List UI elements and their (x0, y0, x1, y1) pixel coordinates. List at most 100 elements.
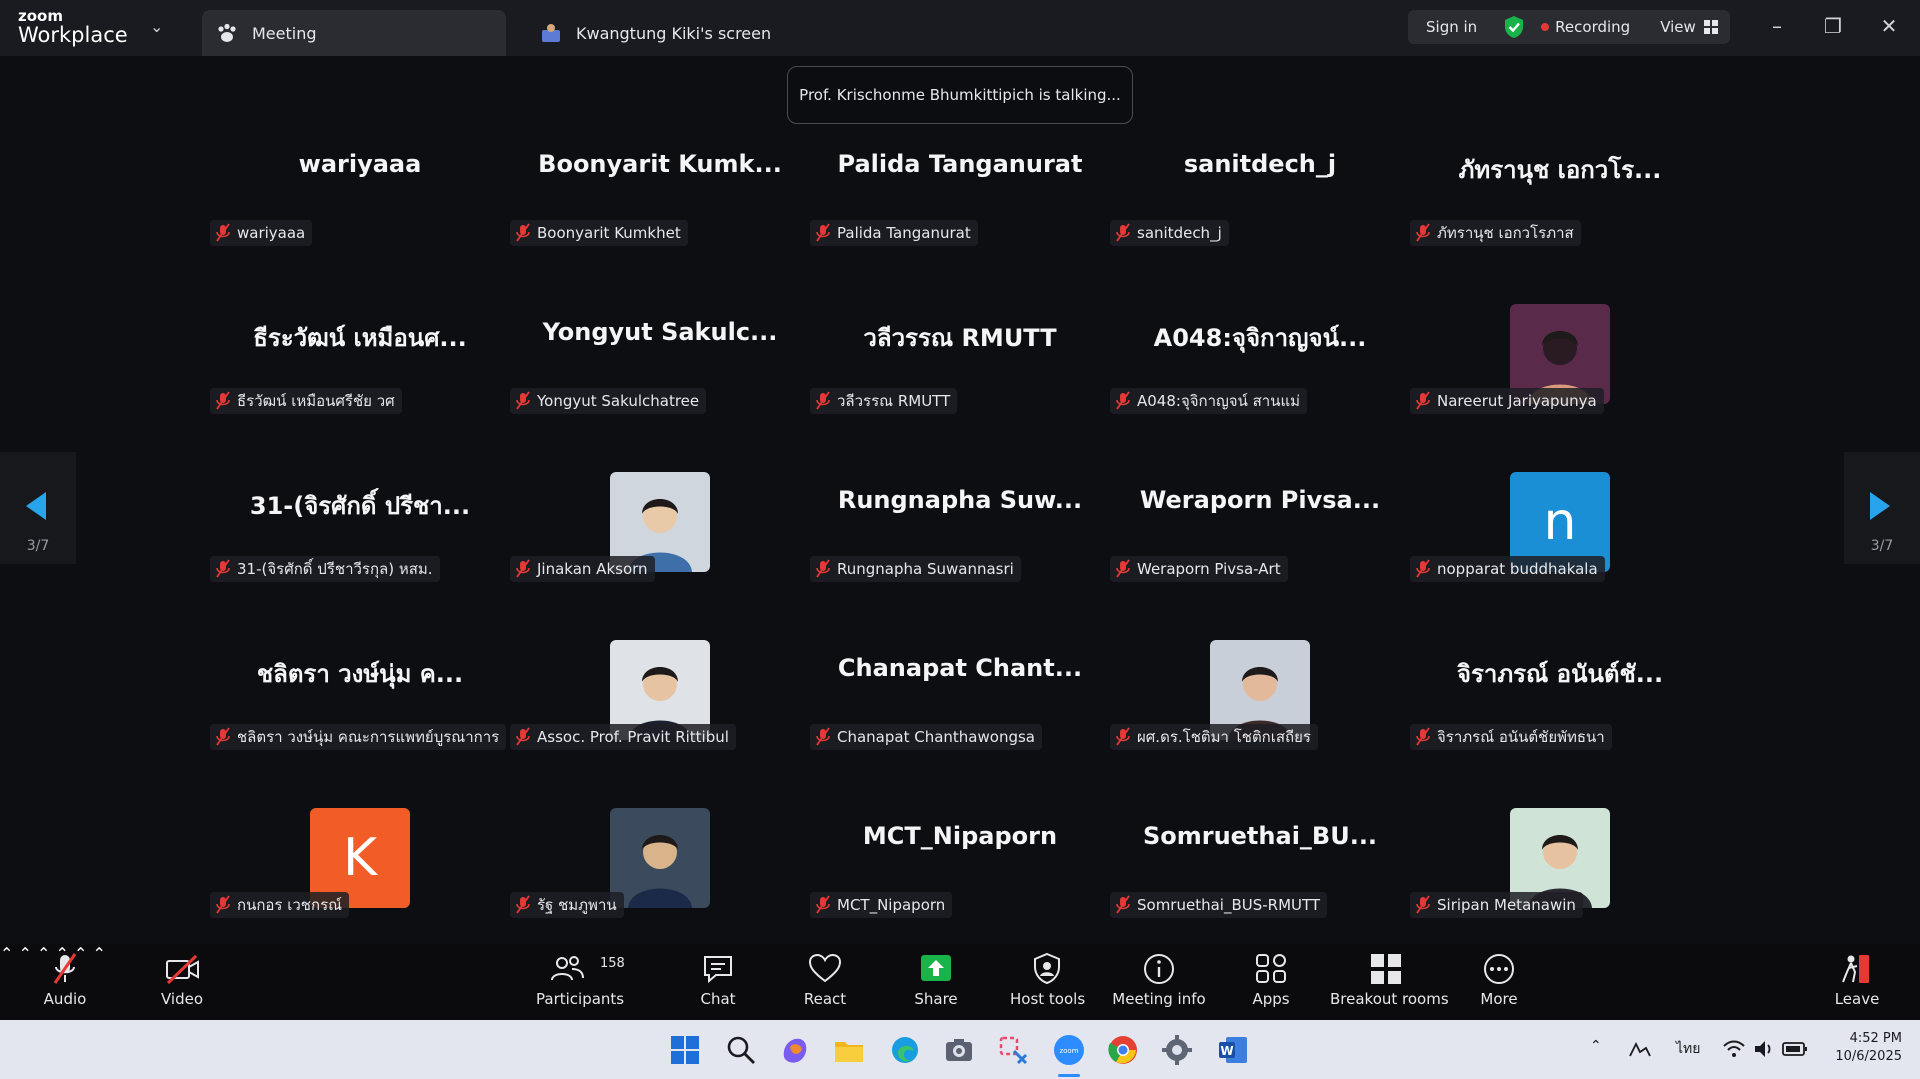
tab-shared-screen[interactable]: Kwangtung Kiki's screen (520, 10, 820, 56)
react-label: React (803, 990, 847, 1008)
participant-name-label: Weraporn Pivsa-Art (1110, 556, 1288, 582)
participant-tile[interactable]: ชลิตรา วงษ์นุ่ม ค... ชลิตรา วงษ์นุ่ม คณะก… (210, 634, 510, 802)
mic-muted-icon (816, 559, 830, 578)
chat-button[interactable]: Chat (694, 952, 742, 1014)
participant-tile[interactable]: sanitdech_j sanitdech_j (1110, 130, 1410, 298)
encryption-shield-icon[interactable] (1503, 15, 1525, 39)
apps-button[interactable]: Apps (1246, 952, 1296, 1014)
participant-tile[interactable]: Nareerut Jariyapunya (1410, 298, 1710, 466)
top-right-controls: Sign in Recording View (1408, 10, 1730, 44)
camera-app-icon[interactable] (942, 1033, 976, 1067)
participant-name-text: จิราภรณ์ อนันต์ชัยพัทธนา (1437, 728, 1605, 746)
video-options-caret-icon[interactable]: ⌃ (19, 944, 32, 963)
participant-tile[interactable]: Boonyarit Kumk... Boonyarit Kumkhet (510, 130, 810, 298)
mic-muted-icon (1116, 391, 1130, 410)
zoom-taskbar-icon[interactable]: zoom (1052, 1033, 1086, 1067)
settings-gear-icon[interactable] (1160, 1033, 1194, 1067)
share-label: Share (914, 990, 958, 1008)
audio-options-caret-icon[interactable]: ⌃ (0, 944, 13, 963)
file-explorer-icon[interactable] (832, 1033, 866, 1067)
participant-tile[interactable]: A048:จุจิกาญจน์... A048:จุจิกาญจน์ สานแม่ (1110, 298, 1410, 466)
participants-button[interactable]: 158 Participants (536, 952, 625, 1014)
system-clock[interactable]: 4:52 PM 10/6/2025 (1822, 1030, 1902, 1066)
word-app-icon[interactable]: W (1216, 1033, 1250, 1067)
participant-tile[interactable]: ธีระวัฒน์ เหมือนศ... ธีรวัฒน์ เหมือนศรีชั… (210, 298, 510, 466)
view-button[interactable]: View (1660, 18, 1696, 36)
participant-tile[interactable]: n nopparat buddhakala (1410, 466, 1710, 634)
participant-tile[interactable]: wariyaaa wariyaaa (210, 130, 510, 298)
chrome-browser-icon[interactable] (1106, 1033, 1140, 1067)
mic-muted-icon (1116, 895, 1130, 914)
participant-name-text: 31-(จิรศักดิ์ ปรีชาวีรกุล) หสม. (237, 560, 433, 578)
host-tools-button[interactable]: Host tools (1010, 952, 1085, 1014)
mic-muted-icon (216, 559, 230, 578)
edge-browser-icon[interactable] (888, 1033, 922, 1067)
input-language-indicator[interactable]: ไทย (1676, 1038, 1700, 1060)
sign-in-button[interactable]: Sign in (1426, 18, 1477, 36)
tab-screen-label: Kwangtung Kiki's screen (576, 23, 772, 43)
participant-tile[interactable]: วลีวรรณ RMUTT วลีวรรณ RMUTT (810, 298, 1110, 466)
windows-start-icon[interactable] (668, 1033, 702, 1067)
battery-icon[interactable] (1782, 1040, 1808, 1058)
breakout-rooms-button[interactable]: Breakout rooms (1330, 952, 1449, 1014)
participant-tile[interactable]: Rungnapha Suw... Rungnapha Suwannasri (810, 466, 1110, 634)
minimize-icon[interactable]: – (1762, 14, 1792, 42)
search-icon[interactable] (724, 1033, 758, 1067)
show-hidden-icons-chevron-icon[interactable]: ⌃ (1590, 1038, 1602, 1054)
react-button[interactable]: React (800, 952, 850, 1014)
participant-tile[interactable]: 31-(จิรศักดิ์ ปรีชา... 31-(จิรศักดิ์ ปรีช… (210, 466, 510, 634)
grid-view-icon (1703, 20, 1718, 34)
participant-name-label: ภัทรานุช เอกวโรภาส (1410, 220, 1581, 246)
volume-icon[interactable] (1752, 1038, 1774, 1060)
recording-indicator[interactable]: Recording (1555, 18, 1630, 36)
share-button[interactable]: Share (910, 952, 962, 1014)
participant-tile[interactable]: Palida Tanganurat Palida Tanganurat (810, 130, 1110, 298)
participant-name-text: Chanapat Chanthawongsa (837, 728, 1035, 746)
participant-name-label: wariyaaa (210, 220, 313, 246)
participant-name-label: กนกอร เวชกรณ์ (210, 892, 350, 918)
audio-button[interactable]: Audio (40, 952, 90, 1014)
location-pen-icon[interactable] (1626, 1038, 1654, 1062)
participant-name-text: กนกอร เวชกรณ์ (237, 896, 343, 914)
mic-muted-icon (1116, 223, 1130, 242)
meeting-paw-icon (218, 23, 236, 42)
zoom-workplace-logo[interactable]: zoom Workplace (18, 8, 168, 50)
apps-caret-icon[interactable]: ⌃ (93, 944, 106, 963)
video-button[interactable]: Video (156, 952, 208, 1014)
participant-tile[interactable]: Chanapat Chant... Chanapat Chanthawongsa (810, 634, 1110, 802)
apps-label: Apps (1252, 990, 1290, 1008)
more-button[interactable]: More (1474, 952, 1524, 1014)
leave-button[interactable]: Leave (1832, 952, 1882, 1014)
previous-page-button[interactable]: 3/7 (0, 452, 76, 564)
tab-meeting[interactable]: Meeting (202, 10, 506, 56)
participant-name-text: Yongyut Sakulchatree (537, 392, 700, 410)
participant-tile[interactable]: จิราภรณ์ อนันต์ชั... จิราภรณ์ อนันต์ชัยพั… (1410, 634, 1710, 802)
mic-muted-icon (216, 391, 230, 410)
participant-name-text: ชลิตรา วงษ์นุ่ม คณะการแพทย์บูรณาการ (237, 728, 500, 746)
mic-muted-icon (1416, 559, 1430, 578)
participant-name-text: nopparat buddhakala (1437, 560, 1598, 578)
snipping-tool-icon[interactable] (996, 1033, 1030, 1067)
participant-name-text: sanitdech_j (1137, 224, 1222, 242)
chevron-down-icon[interactable]: ⌄ (150, 17, 163, 36)
participant-name-text: Jinakan Aksorn (537, 560, 648, 578)
mic-muted-icon (816, 895, 830, 914)
mic-muted-icon (816, 391, 830, 410)
participant-tile[interactable]: Jinakan Aksorn (510, 466, 810, 634)
participant-name-text: Rungnapha Suwannasri (837, 560, 1014, 578)
participant-tile[interactable]: ภัทรานุช เอกวโร... ภัทรานุช เอกวโรภาส (1410, 130, 1710, 298)
participant-tile[interactable]: Yongyut Sakulc... Yongyut Sakulchatree (510, 298, 810, 466)
copilot-icon[interactable] (778, 1033, 812, 1067)
next-page-button[interactable]: 3/7 (1844, 452, 1920, 564)
participant-name-label: Rungnapha Suwannasri (810, 556, 1021, 582)
meeting-info-button[interactable]: Meeting info (1112, 952, 1206, 1014)
close-icon[interactable]: ✕ (1874, 14, 1904, 42)
restore-icon[interactable]: ❐ (1818, 14, 1848, 42)
participant-name-label: วลีวรรณ RMUTT (810, 388, 958, 414)
active-speaker-banner: Prof. Krischonme Bhumkittipich is talkin… (787, 66, 1133, 124)
screen-share-user-icon (542, 24, 560, 42)
wifi-icon[interactable] (1722, 1038, 1746, 1060)
participant-tile[interactable]: Weraporn Pivsa... Weraporn Pivsa-Art (1110, 466, 1410, 634)
participant-tile[interactable]: Assoc. Prof. Pravit Rittibul (510, 634, 810, 802)
participant-tile[interactable]: ผศ.ดร.โชติมา โชติกเสถียร (1110, 634, 1410, 802)
